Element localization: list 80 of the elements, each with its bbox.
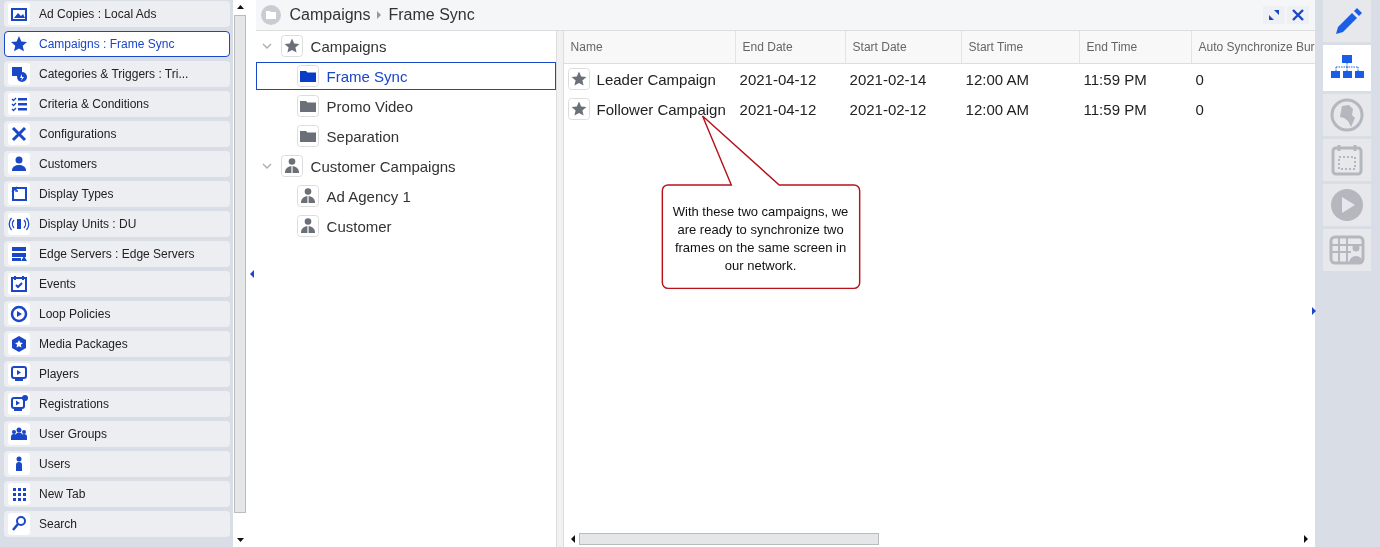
hierarchy-button[interactable]: [1322, 45, 1371, 91]
table-cell: 0: [1195, 70, 1204, 88]
sidebar-item[interactable]: Criteria & Conditions: [4, 91, 230, 117]
sidebar-item[interactable]: Configurations: [4, 121, 230, 147]
callout-text: With these two campaigns, we are ready to synchronize two frames on the same screen in our network.: [671, 203, 850, 275]
sidebar-item[interactable]: Categories & Triggers : Tri...: [4, 61, 230, 87]
table-cell: 12:00 AM: [965, 100, 1029, 118]
table-cell: 2021-04-12: [739, 70, 817, 88]
person-icon: [8, 153, 30, 175]
sidebar-item[interactable]: Users: [4, 451, 230, 477]
tree-item[interactable]: Promo Video: [255, 92, 556, 120]
table-cell: 12:00 AM: [965, 70, 1029, 88]
search-icon: [8, 513, 30, 535]
column-header[interactable]: Start Time: [961, 31, 1080, 63]
scroll-right-icon[interactable]: [1302, 534, 1309, 544]
table-cell: Follower Campaign: [596, 100, 726, 118]
expand-right-icon[interactable]: [1310, 306, 1317, 316]
calendar-icon: [8, 273, 30, 295]
table-cell: 2021-02-12: [849, 100, 927, 118]
column-header[interactable]: End Date: [735, 31, 846, 63]
folder-icon: [296, 95, 319, 117]
close-icon: [1290, 8, 1305, 22]
scroll-left-icon[interactable]: [569, 534, 576, 544]
monitor-icon: [8, 363, 30, 385]
column-header[interactable]: Auto Synchronize Bur: [1191, 31, 1315, 63]
sidebar-item[interactable]: Edge Servers : Edge Servers: [4, 241, 230, 267]
breadcrumb-separator-icon: [376, 10, 383, 20]
sidebar-item[interactable]: Events: [4, 271, 230, 297]
column-header[interactable]: Start Date: [845, 31, 962, 63]
table-cell: 2021-02-14: [849, 70, 927, 88]
sidebar-item[interactable]: Media Packages: [4, 331, 230, 357]
sidebar-item[interactable]: User Groups: [4, 421, 230, 447]
person-icon: [280, 155, 303, 177]
restore-icon: [1267, 9, 1280, 21]
folder-icon: [296, 125, 319, 147]
person-icon: [296, 215, 319, 237]
folder-icon: [296, 65, 319, 87]
sidebar-item[interactable]: Campaigns : Frame Sync: [4, 31, 230, 57]
table-cell: 2021-04-12: [739, 100, 817, 118]
folder-icon: [259, 4, 282, 26]
sidebar-item[interactable]: New Tab: [4, 481, 230, 507]
sidebar-item[interactable]: Players: [4, 361, 230, 387]
column-header[interactable]: Name: [563, 31, 736, 63]
loop-icon: [8, 303, 30, 325]
tree-item[interactable]: Frame Sync: [255, 62, 556, 90]
breadcrumb-item[interactable]: Campaigns: [289, 6, 371, 24]
schedule-grid-icon: [1327, 233, 1366, 267]
tree-item[interactable]: Separation: [255, 122, 556, 150]
person-icon: [296, 185, 319, 207]
table-cell: Leader Campaign: [596, 70, 716, 88]
image-icon: [8, 3, 30, 25]
tree-item[interactable]: Campaigns: [255, 32, 556, 60]
tree-item[interactable]: Customer: [255, 212, 556, 240]
close-button[interactable]: [1286, 6, 1309, 24]
scrollbar-thumb[interactable]: [234, 15, 247, 513]
table-cell: 11:59 PM: [1083, 100, 1147, 118]
sidebar-item[interactable]: Registrations: [4, 391, 230, 417]
sidebar-item[interactable]: Display Types: [4, 181, 230, 207]
table-cell: 11:59 PM: [1083, 70, 1147, 88]
sidebar-item[interactable]: Loop Policies: [4, 301, 230, 327]
tree-item[interactable]: Ad Agency 1: [255, 182, 556, 210]
package-icon: [8, 333, 30, 355]
server-icon: [8, 243, 30, 265]
monitor-icon: [8, 393, 30, 415]
pencil-button[interactable]: [1322, 0, 1371, 42]
table-cell: 0: [1195, 100, 1204, 118]
breadcrumb-item: Frame Sync: [388, 6, 475, 24]
sidebar-item[interactable]: Ad Copies : Local Ads: [4, 1, 230, 27]
sidebar-item[interactable]: Search: [4, 511, 230, 537]
sidebar-item[interactable]: Display Units : DU: [4, 211, 230, 237]
sidebar-item[interactable]: Customers: [4, 151, 230, 177]
column-header[interactable]: End Time: [1079, 31, 1192, 63]
checklist-icon: [8, 93, 30, 115]
restore-button[interactable]: [1262, 6, 1285, 24]
broadcast-icon: [8, 213, 30, 235]
group-icon: [8, 423, 30, 445]
tree-item[interactable]: Customer Campaigns: [255, 152, 556, 180]
scrollbar-thumb[interactable]: [578, 533, 879, 545]
grid-icon: [8, 483, 30, 505]
person-icon: [8, 453, 30, 475]
